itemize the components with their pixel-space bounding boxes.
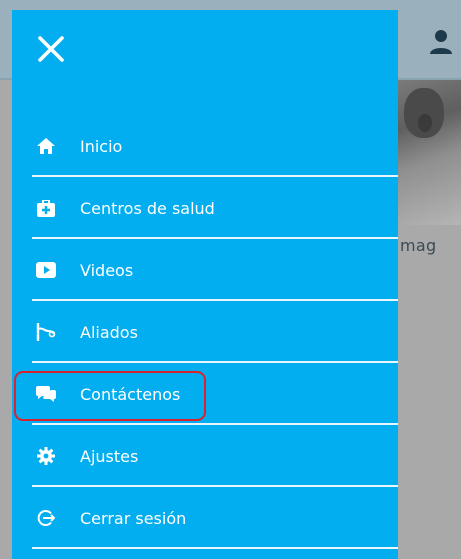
navigation-drawer: Inicio Centros de salud Videos Aliados C… [12, 10, 398, 559]
menu-item-contactenos[interactable]: Contáctenos [12, 363, 398, 425]
background-brand-text: mag [400, 236, 437, 255]
menu-item-label: Inicio [80, 136, 123, 156]
play-icon [36, 260, 56, 280]
menu-item-ajustes[interactable]: Ajustes [12, 425, 398, 487]
close-icon[interactable] [34, 32, 68, 66]
menu-item-cerrar-sesion[interactable]: Cerrar sesión [12, 487, 398, 549]
medical-kit-icon [36, 198, 56, 218]
menu-item-label: Aliados [80, 322, 138, 342]
menu-item-videos[interactable]: Videos [12, 239, 398, 301]
logout-icon [36, 508, 56, 528]
menu-item-inicio[interactable]: Inicio [12, 115, 398, 177]
menu-item-label: Centros de salud [80, 198, 215, 218]
menu-item-label: Cerrar sesión [80, 508, 187, 528]
menu-item-aliados[interactable]: Aliados [12, 301, 398, 363]
chat-icon [36, 384, 56, 404]
gear-icon [36, 446, 56, 466]
divider [32, 547, 398, 549]
menu-item-label: Videos [80, 260, 134, 280]
menu-item-label: Ajustes [80, 446, 139, 466]
drawer-menu: Inicio Centros de salud Videos Aliados C… [12, 115, 398, 549]
home-icon [36, 136, 56, 156]
background-photo [398, 80, 461, 225]
menu-item-label: Contáctenos [80, 384, 181, 404]
handshake-icon [36, 322, 56, 342]
user-icon[interactable] [428, 28, 454, 56]
menu-item-centros-de-salud[interactable]: Centros de salud [12, 177, 398, 239]
